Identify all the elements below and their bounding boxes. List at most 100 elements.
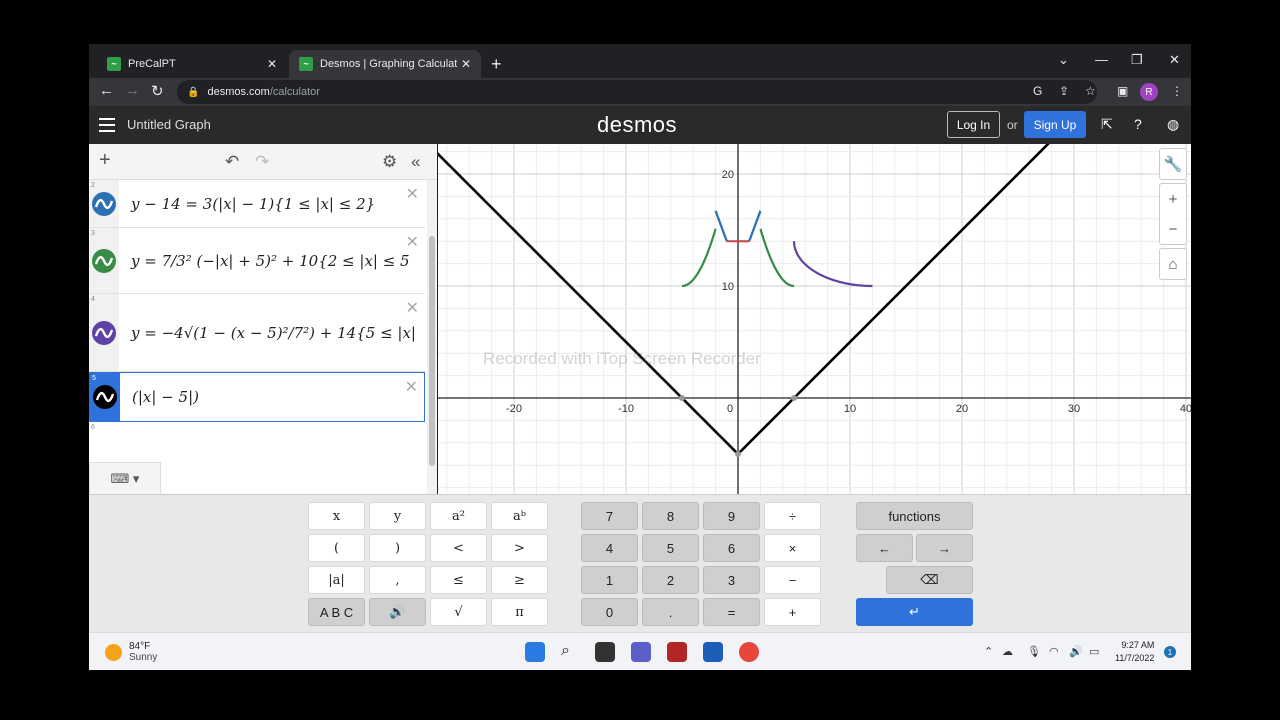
expression-row[interactable]: 4 y = −4√(1 − (x − 5)²/7²) + 14{5 ≤ |x| … <box>89 294 425 372</box>
redo-icon[interactable]: ↷ <box>255 152 269 172</box>
side-panel-icon[interactable]: ▣ <box>1117 84 1128 98</box>
search-icon[interactable]: ⌕ <box>561 642 581 662</box>
add-item-icon[interactable]: + <box>99 149 111 172</box>
globe-icon[interactable]: ◍ <box>1167 116 1179 133</box>
share-graph-icon[interactable]: ⇱ <box>1101 116 1113 133</box>
hamburger-menu-icon[interactable] <box>99 118 115 136</box>
delete-expression-icon[interactable]: ✕ <box>405 377 418 397</box>
left-key[interactable]: |a| <box>308 566 365 594</box>
cursor-right-button[interactable]: → <box>916 534 973 562</box>
left-key[interactable]: , <box>369 566 426 594</box>
system-clock[interactable]: 9:27 AM 11/7/2022 <box>1115 639 1154 665</box>
weather-widget[interactable]: 84°F Sunny <box>105 641 157 663</box>
graph-color-icon[interactable] <box>92 320 116 345</box>
keyboard-toggle-icon[interactable]: ⌨ ▾ <box>89 462 161 494</box>
onedrive-icon[interactable]: ☁ <box>1002 645 1013 658</box>
expression-row-focused[interactable]: 5 (|x| − 5|) ✕ <box>89 372 425 422</box>
left-key[interactable]: A B C <box>308 598 365 626</box>
middle-key[interactable]: 8 <box>642 502 699 530</box>
middle-key[interactable]: 5 <box>642 534 699 562</box>
tab-desmos[interactable]: ~ Desmos | Graphing Calculator ✕ <box>289 50 481 78</box>
left-key[interactable]: y <box>369 502 426 530</box>
collapse-list-icon[interactable]: « <box>411 152 420 172</box>
cursor-left-button[interactable]: ← <box>856 534 913 562</box>
teams-chat-icon[interactable] <box>631 642 651 662</box>
help-icon[interactable]: ? <box>1134 116 1142 132</box>
signup-button[interactable]: Sign Up <box>1024 111 1086 138</box>
bookmark-star-icon[interactable]: ☆ <box>1085 84 1096 98</box>
expression-row-empty[interactable]: 6 <box>89 422 425 462</box>
task-view-icon[interactable] <box>595 642 615 662</box>
window-close-icon[interactable]: ✕ <box>1169 52 1180 68</box>
microphone-icon[interactable]: 🎙 <box>1027 645 1041 658</box>
backspace-button[interactable]: ⌫ <box>886 566 973 594</box>
left-key[interactable]: 🔊 <box>369 598 426 626</box>
middle-key[interactable]: = <box>703 598 760 626</box>
enter-button[interactable]: ↵ <box>856 598 973 626</box>
graph-canvas[interactable]: -20 -10 0 10 20 30 40 20 10 <box>438 144 1191 494</box>
menu-kebab-icon[interactable]: ⋮ <box>1171 84 1183 98</box>
settings-gear-icon[interactable]: ⚙ <box>382 152 397 172</box>
screen-recorder-icon[interactable] <box>667 642 687 662</box>
back-icon[interactable]: ← <box>99 82 114 99</box>
middle-key[interactable]: + <box>764 598 821 626</box>
graph-settings-wrench-icon[interactable]: 🔧 <box>1159 148 1187 180</box>
left-key[interactable]: < <box>430 534 487 562</box>
middle-key[interactable]: 3 <box>703 566 760 594</box>
left-key[interactable]: a² <box>430 502 487 530</box>
left-key[interactable]: π <box>491 598 548 626</box>
delete-expression-icon[interactable]: ✕ <box>406 232 419 252</box>
left-key[interactable]: √ <box>430 598 487 626</box>
login-button[interactable]: Log In <box>947 111 1000 138</box>
graph-color-icon[interactable] <box>92 191 116 216</box>
middle-key[interactable]: ÷ <box>764 502 821 530</box>
middle-key[interactable]: 1 <box>581 566 638 594</box>
tray-chevron-icon[interactable]: ⌃ <box>984 645 993 658</box>
security-shield-icon[interactable] <box>703 642 723 662</box>
middle-key[interactable]: 0 <box>581 598 638 626</box>
google-icon[interactable]: G <box>1033 84 1042 98</box>
graph-paper[interactable]: -20 -10 0 10 20 30 40 20 10 Recorded with iTop S… <box>438 144 1191 494</box>
reload-icon[interactable]: ↻ <box>151 82 164 100</box>
zoom-in-icon[interactable]: + <box>1169 184 1178 214</box>
tab-search-icon[interactable]: ⌄ <box>1058 52 1069 68</box>
notification-badge[interactable]: 1 <box>1164 646 1176 658</box>
undo-icon[interactable]: ↶ <box>225 152 239 172</box>
close-icon[interactable]: ✕ <box>461 57 471 71</box>
share-icon[interactable]: ⇪ <box>1059 84 1069 98</box>
graph-title[interactable]: Untitled Graph <box>127 117 211 132</box>
close-icon[interactable]: ✕ <box>267 57 277 71</box>
minimize-icon[interactable]: — <box>1095 52 1108 67</box>
expression-input[interactable]: (|x| − 5|) <box>132 388 199 406</box>
middle-key[interactable]: 2 <box>642 566 699 594</box>
left-key[interactable]: ≤ <box>430 566 487 594</box>
battery-icon[interactable]: ▭ <box>1089 645 1099 658</box>
left-key[interactable]: ) <box>369 534 426 562</box>
left-key[interactable]: x <box>308 502 365 530</box>
new-tab-icon[interactable]: + <box>491 54 502 75</box>
left-key[interactable]: aᵇ <box>491 502 548 530</box>
wifi-icon[interactable]: ◠ <box>1049 645 1059 658</box>
delete-expression-icon[interactable]: ✕ <box>406 184 419 204</box>
forward-icon[interactable]: → <box>125 82 140 99</box>
address-bar[interactable]: 🔒 desmos.com/calculator <box>177 80 1097 104</box>
expression-scrollbar[interactable] <box>427 180 437 494</box>
middle-key[interactable]: 6 <box>703 534 760 562</box>
left-key[interactable]: ( <box>308 534 365 562</box>
middle-key[interactable]: 4 <box>581 534 638 562</box>
middle-key[interactable]: × <box>764 534 821 562</box>
profile-avatar[interactable]: R <box>1140 83 1158 101</box>
middle-key[interactable]: 7 <box>581 502 638 530</box>
volume-icon[interactable]: 🔊 <box>1069 645 1083 658</box>
middle-key[interactable]: − <box>764 566 821 594</box>
chrome-icon[interactable] <box>739 642 759 662</box>
windows-start-icon[interactable] <box>525 642 545 662</box>
left-key[interactable]: ≥ <box>491 566 548 594</box>
graph-color-icon[interactable] <box>92 248 116 273</box>
expression-row[interactable]: 3 y = 7/3² (−|x| + 5)² + 10{2 ≤ |x| ≤ 5 … <box>89 228 425 294</box>
delete-expression-icon[interactable]: ✕ <box>406 298 419 318</box>
graph-color-icon[interactable] <box>93 385 117 409</box>
middle-key[interactable]: . <box>642 598 699 626</box>
expression-row[interactable]: 2 y − 14 = 3(|x| − 1){1 ≤ |x| ≤ 2} ✕ <box>89 180 425 228</box>
restore-icon[interactable]: ❐ <box>1131 52 1143 68</box>
